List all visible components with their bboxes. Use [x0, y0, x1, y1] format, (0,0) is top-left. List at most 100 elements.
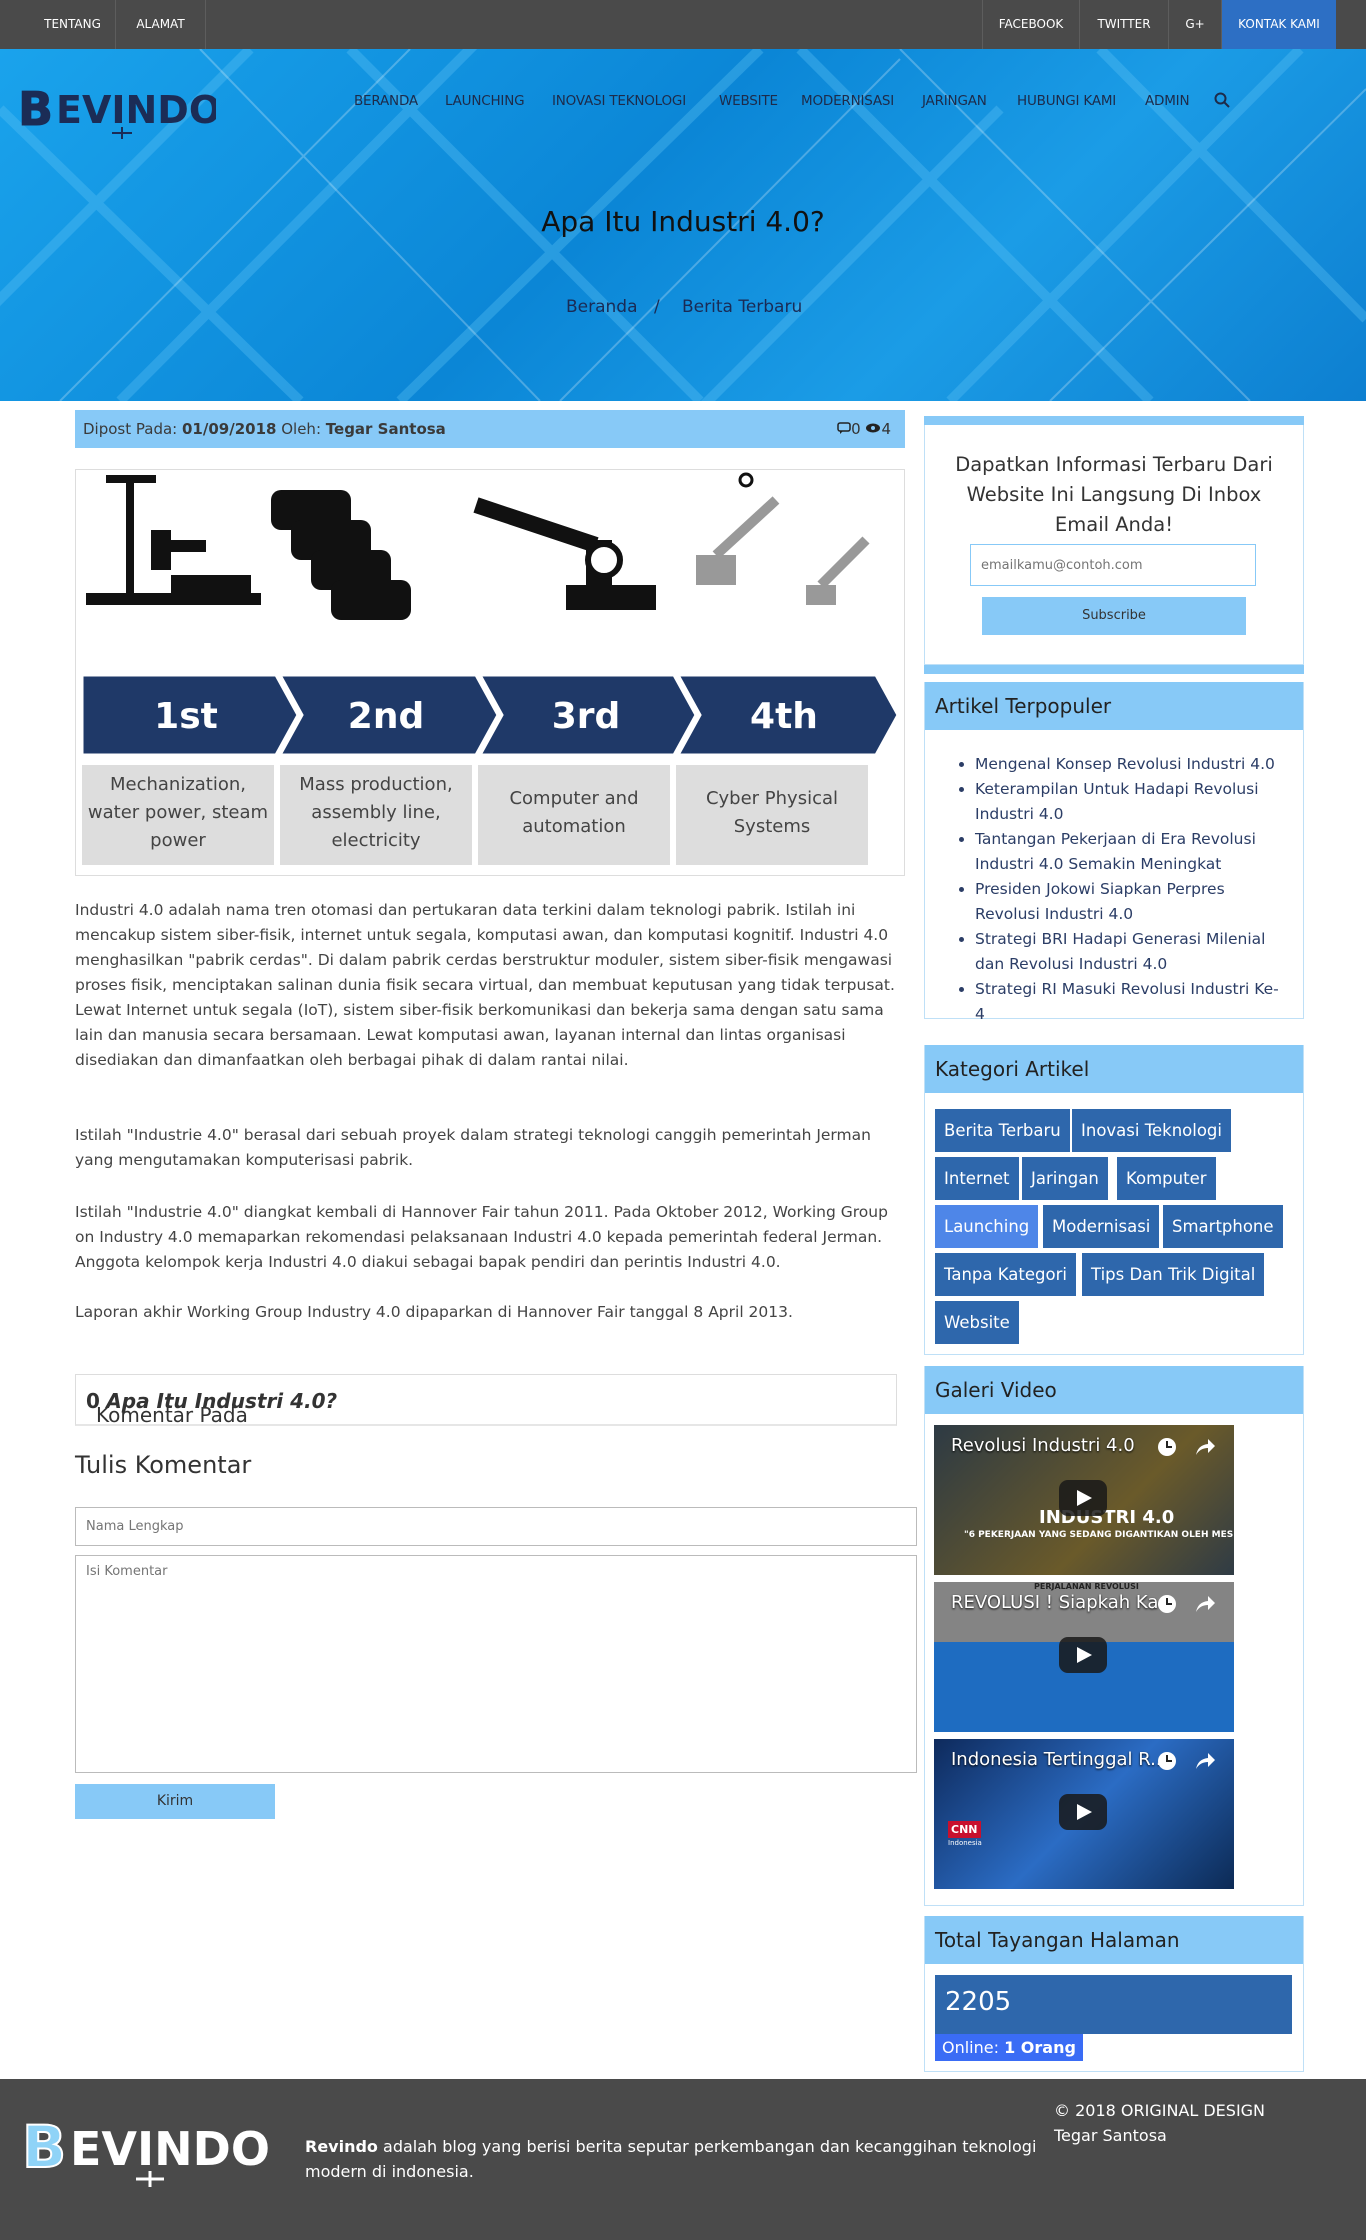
comment-form-title: Tulis Komentar: [75, 1451, 252, 1479]
stage-4-caption-2: Systems: [734, 816, 811, 837]
play-icon[interactable]: [1059, 1637, 1107, 1673]
popular-article-link[interactable]: Presiden Jokowi Siapkan Perpres Revolusi…: [975, 880, 1225, 923]
stage-2-caption-1: Mass production,: [299, 774, 452, 795]
nav-website[interactable]: WEBSITE: [719, 93, 778, 109]
comment-count-box: 0 Komentar Pada Apa Itu Industri 4.0?: [75, 1374, 897, 1427]
top-link-gplus[interactable]: G+: [1168, 0, 1221, 49]
robot-arm-icon: [473, 497, 656, 610]
popular-article-link[interactable]: Tantangan Pekerjaan di Era Revolusi Indu…: [975, 830, 1256, 873]
share-icon[interactable]: [1194, 1437, 1216, 1461]
watch-later-icon[interactable]: [1157, 1751, 1177, 1775]
video-thumbnail[interactable]: Indonesia Tertinggal R... CNN Indonesia: [934, 1739, 1234, 1889]
category-tag[interactable]: Internet: [935, 1157, 1019, 1200]
logo-mark: B EVINDO: [18, 82, 221, 139]
svg-text:B: B: [18, 82, 53, 136]
site-logo[interactable]: B EVINDO: [16, 71, 221, 141]
top-bar: TENTANG ALAMAT FACEBOOK TWITTER G+ KONTA…: [0, 0, 1366, 49]
stage-2-caption-2: assembly line,: [311, 802, 440, 823]
popular-article-link[interactable]: Keterampilan Untuk Hadapi Revolusi Indus…: [975, 780, 1259, 823]
search-icon[interactable]: [1214, 92, 1230, 112]
stage-1-caption-3: power: [150, 830, 206, 851]
popular-article-link[interactable]: Mengenal Konsep Revolusi Industri 4.0: [975, 755, 1275, 773]
breadcrumb-home[interactable]: Beranda: [566, 297, 638, 317]
comment-count: 0: [851, 420, 861, 438]
category-tag[interactable]: Inovasi Teknologi: [1072, 1109, 1231, 1152]
category-tag[interactable]: Jaringan: [1022, 1157, 1108, 1200]
video-title: REVOLUSI ! Siapkah Ka...: [951, 1592, 1176, 1613]
category-tag[interactable]: Komputer: [1117, 1157, 1216, 1200]
nav-launching[interactable]: LAUNCHING: [445, 93, 525, 109]
stage-2-caption-3: electricity: [331, 830, 420, 851]
footer-desc-text: adalah blog yang berisi berita seputar p…: [305, 2137, 1037, 2181]
post-date: 01/09/2018: [182, 420, 277, 438]
stage-4-ordinal: 4th: [750, 696, 818, 737]
category-tag[interactable]: Tanpa Kategori: [935, 1253, 1076, 1296]
post-stats: 0 4: [837, 420, 891, 438]
nav-jaringan[interactable]: JARINGAN: [922, 93, 987, 109]
footer-logo[interactable]: B EVINDO: [18, 2101, 278, 2195]
stage-2-ordinal: 2nd: [348, 696, 424, 737]
subscribe-bottom-border: [924, 665, 1304, 674]
stage-4-caption-1: Cyber Physical: [706, 788, 838, 809]
nav-inovasi-teknologi[interactable]: INOVASI TEKNOLOGI: [552, 93, 686, 109]
article-paragraph-4: Laporan akhir Working Group Industry 4.0…: [75, 1303, 793, 1321]
nav-hubungi-kami[interactable]: HUBUNGI KAMI: [1017, 93, 1116, 109]
share-icon[interactable]: [1194, 1594, 1216, 1618]
online-label: Online:: [942, 2038, 999, 2057]
subscribe-button[interactable]: Subscribe: [982, 597, 1246, 635]
play-icon[interactable]: [1059, 1480, 1107, 1516]
pageviews-title: Total Tayangan Halaman: [925, 1916, 1303, 1964]
email-input[interactable]: [970, 544, 1256, 586]
video-thumbnail[interactable]: Revolusi Industri 4.0 INDUSTRI 4.0 "6 PE…: [934, 1425, 1234, 1575]
top-link-kontak[interactable]: KONTAK KAMI: [1221, 0, 1336, 49]
video-gallery-title: Galeri Video: [925, 1366, 1303, 1414]
post-meta-bar: Dipost Pada: 01/09/2018 Oleh: Tegar Sant…: [75, 410, 905, 448]
footer-copyright: © 2018 ORIGINAL DESIGN Tegar Santosa: [1054, 2101, 1266, 2145]
category-tag[interactable]: Berita Terbaru: [935, 1109, 1070, 1152]
top-link-facebook[interactable]: FACEBOOK: [982, 0, 1079, 49]
nav-modernisasi[interactable]: MODERNISASI: [801, 93, 894, 109]
nav-admin[interactable]: ADMIN: [1145, 93, 1190, 109]
cars-icon: [271, 490, 411, 620]
article-paragraph-1: Industri 4.0 adalah nama tren otomasi da…: [75, 901, 895, 1069]
category-tag[interactable]: Modernisasi: [1043, 1205, 1160, 1248]
top-link-tentang[interactable]: TENTANG: [30, 0, 116, 49]
play-icon[interactable]: [1059, 1794, 1107, 1830]
popular-articles-list: Mengenal Konsep Revolusi Industri 4.0 Ke…: [925, 730, 1303, 1037]
footer-logo-mark: B EVINDO: [21, 2112, 270, 2187]
breadcrumb-category[interactable]: Berita Terbaru: [682, 297, 802, 317]
video-overlay-text: PERJALANAN REVOLUSI: [1034, 1582, 1139, 1591]
eye-icon: [865, 420, 881, 438]
pageview-counter: 2205: [935, 1975, 1292, 2034]
name-input[interactable]: [75, 1507, 917, 1546]
stage-1-caption-2: water power, steam: [88, 802, 268, 823]
video-thumbnail[interactable]: REVOLUSI ! Siapkah Ka... PERJALANAN REVO…: [934, 1582, 1234, 1732]
top-link-alamat[interactable]: ALAMAT: [116, 0, 206, 49]
stage-3-caption-1: Computer and: [509, 788, 638, 809]
post-meta-text: Dipost Pada: 01/09/2018 Oleh: Tegar Sant…: [83, 420, 446, 438]
category-tag-active[interactable]: Launching: [935, 1205, 1039, 1248]
top-link-twitter[interactable]: TWITTER: [1079, 0, 1168, 49]
category-tag[interactable]: Website: [935, 1301, 1019, 1344]
nav-beranda[interactable]: BERANDA: [354, 93, 418, 109]
stage-1-caption-1: Mechanization,: [110, 774, 246, 795]
subscribe-top-border: [924, 416, 1304, 425]
video-title: Indonesia Tertinggal R...: [951, 1749, 1168, 1770]
popular-article-link[interactable]: Strategi BRI Hadapi Generasi Milenial da…: [975, 930, 1265, 973]
cnn-logo: CNN: [948, 1821, 981, 1838]
watch-later-icon[interactable]: [1157, 1594, 1177, 1618]
subscribe-widget: Dapatkan Informasi Terbaru Dari Website …: [924, 425, 1304, 665]
comment-textarea[interactable]: [75, 1555, 917, 1773]
popular-articles-widget: Artikel Terpopuler Mengenal Konsep Revol…: [924, 682, 1304, 1023]
popular-article-link[interactable]: Strategi RI Masuki Revolusi Industri Ke-…: [975, 980, 1279, 1023]
illustration-graphic: 1st 2nd 3rd 4th Mechanization, water pow…: [80, 472, 900, 865]
category-tag[interactable]: Tips Dan Trik Digital: [1082, 1253, 1265, 1296]
share-icon[interactable]: [1194, 1751, 1216, 1775]
watch-later-icon[interactable]: [1157, 1437, 1177, 1461]
submit-comment-button[interactable]: Kirim: [75, 1784, 275, 1819]
smart-robots-icon: [696, 472, 870, 605]
svg-text:EVINDO: EVINDO: [70, 2122, 270, 2176]
category-tag[interactable]: Smartphone: [1163, 1205, 1283, 1248]
svg-text:B: B: [22, 2113, 66, 2181]
subscribe-text: Dapatkan Informasi Terbaru Dari Website …: [955, 453, 1273, 536]
